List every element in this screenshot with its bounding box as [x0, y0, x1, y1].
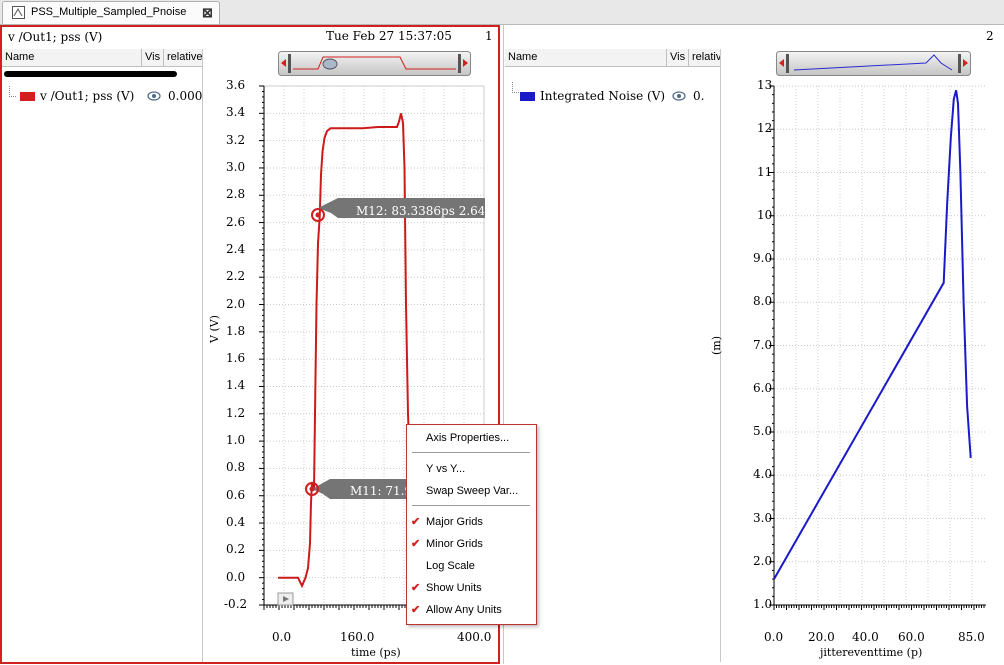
y-tick-1-3: 3.0	[226, 159, 246, 174]
column-name-header[interactable]: Name	[2, 49, 141, 66]
menu-item-allow-any-units[interactable]: ✔ Allow Any Units	[407, 600, 536, 620]
x-tick-2-2: 40.0	[852, 630, 879, 644]
y-tick-2-10: 3.0	[753, 510, 773, 525]
y-tick-2-3: 10	[757, 207, 773, 222]
menu-item-major-grids[interactable]: ✔ Major Grids	[407, 512, 536, 532]
y-tick-1-7: 2.2	[226, 269, 246, 284]
tab-pss-multiple-sampled-pnoise[interactable]: PSS_Multiple_Sampled_Pnoise ⊠	[2, 1, 220, 24]
waveform-document-icon	[12, 6, 25, 19]
x-axis-label-1: time (ps)	[351, 646, 401, 659]
x-tick-2-3: 60.0	[898, 630, 925, 644]
y-tick-1-5: 2.6	[226, 214, 246, 229]
zoom-scroller-1[interactable]	[278, 51, 471, 76]
y-axis-label-2: (m)	[710, 335, 723, 355]
y-tick-2-12: 1.0	[753, 597, 773, 611]
trace-name-2: Integrated Noise (V)	[540, 89, 666, 103]
y-tick-1-1: 3.4	[226, 105, 246, 120]
trace-relative-value-2: 0.	[693, 89, 705, 103]
x-tick-1-0: 0.0	[272, 630, 292, 644]
x-tick-2-1: 20.0	[808, 630, 835, 644]
y-tick-2-8: 5.0	[753, 424, 773, 438]
tree-connector-2	[512, 82, 519, 93]
tab-close-icon[interactable]: ⊠	[202, 5, 213, 21]
group-row-bar[interactable]	[4, 71, 177, 77]
check-icon: ✔	[411, 582, 421, 594]
x-tick-1-2: 400.0	[457, 630, 492, 644]
subwindow-1-timestamp: Tue Feb 27 15:37:05	[326, 29, 452, 43]
y-tick-1-13: 1.0	[226, 433, 246, 448]
y-tick-2-6: 7.0	[753, 337, 773, 352]
check-icon: ✔	[411, 538, 421, 550]
check-icon: ✔	[411, 604, 421, 616]
y-tick-1-16: 0.4	[226, 515, 246, 530]
y-tick-1-17: 0.2	[226, 542, 246, 557]
tree-connector	[9, 86, 16, 97]
y-tick-2-5: 8.0	[753, 294, 773, 309]
marker-m12-label: M12: 83.3386ps 2.6416	[356, 204, 484, 218]
y-tick-2-4: 9.0	[753, 251, 773, 265]
menu-item-axis-properties[interactable]: Axis Properties...	[407, 428, 536, 448]
trace-color-swatch-2	[520, 92, 535, 101]
y-tick-1-18: 0.0	[226, 569, 246, 584]
legend-header-1: Name Vis relative	[2, 49, 202, 67]
y-tick-2-7: 6.0	[753, 380, 773, 395]
x-tick-1-1: 160.0	[340, 630, 375, 644]
menu-separator	[412, 452, 530, 453]
legend-trace-row-1[interactable]: v /Out1; pss (V)	[20, 89, 134, 103]
marker-m11-label: M11: 71.9	[350, 484, 408, 498]
menu-item-swap-sweep-var[interactable]: Swap Sweep Var...	[407, 481, 536, 501]
y-axis-label-1: V (V)	[208, 315, 221, 343]
legend-trace-row-2[interactable]: Integrated Noise (V)	[520, 89, 665, 103]
y-tick-1-19: -0.2	[224, 597, 248, 611]
y-tick-1-10: 1.6	[226, 351, 246, 366]
check-icon: ✔	[411, 516, 421, 528]
tab-bar: PSS_Multiple_Sampled_Pnoise ⊠	[0, 0, 1004, 25]
column-vis-header[interactable]: Vis	[141, 49, 165, 66]
trace-color-swatch	[20, 92, 35, 101]
column-vis-header-2[interactable]: Vis	[666, 49, 690, 66]
subwindow-2-number: 2	[986, 29, 994, 43]
y-tick-1-12: 1.2	[226, 405, 246, 420]
y-tick-1-2: 3.2	[226, 132, 246, 147]
column-name-header-2[interactable]: Name	[505, 49, 666, 66]
y-tick-2-1: 12	[757, 121, 773, 136]
column-relative-header-2[interactable]: relativ	[688, 49, 720, 66]
y-tick-1-14: 0.8	[226, 460, 246, 475]
subwindow-1-number: 1	[485, 29, 493, 43]
menu-item-log-scale[interactable]: Log Scale	[407, 556, 536, 576]
trace-relative-value: 0.000	[168, 89, 202, 103]
legend-panel-2: Name Vis relativ Integrated Noise (V) 0.	[505, 49, 721, 662]
y-tick-1-6: 2.4	[226, 241, 246, 256]
menu-separator	[412, 505, 530, 506]
y-tick-1-9: 1.8	[226, 323, 246, 338]
y-tick-2-2: 11	[757, 164, 773, 179]
visibility-eye-icon-2[interactable]	[672, 91, 686, 101]
tab-label: PSS_Multiple_Sampled_Pnoise	[31, 6, 187, 18]
x-axis-label-2: jittereventtime (p)	[820, 646, 923, 659]
legend-panel-1: Name Vis relative v /Out1; pss (V) 0.000	[2, 49, 203, 662]
menu-item-minor-grids[interactable]: ✔ Minor Grids	[407, 534, 536, 554]
y-tick-1-15: 0.6	[226, 487, 246, 502]
y-tick-2-0: 13	[757, 78, 773, 92]
y-tick-1-11: 1.4	[226, 378, 246, 393]
column-relative-header[interactable]: relative	[163, 49, 202, 66]
x-tick-2-0: 0.0	[764, 630, 784, 644]
zoom-scroller-2[interactable]	[776, 51, 971, 76]
y-tick-1-0: 3.6	[226, 78, 246, 92]
legend-header-2: Name Vis relativ	[505, 49, 720, 67]
x-tick-2-4: 85.0	[958, 630, 985, 644]
y-tick-1-8: 2.0	[226, 296, 246, 311]
y-tick-2-11: 2.0	[753, 553, 773, 568]
visibility-eye-icon[interactable]	[147, 91, 161, 101]
subwindow-1-title: v /Out1; pss (V)	[8, 30, 103, 44]
y-tick-1-4: 2.8	[226, 187, 246, 202]
menu-item-show-units[interactable]: ✔ Show Units	[407, 578, 536, 598]
menu-item-y-vs-y[interactable]: Y vs Y...	[407, 459, 536, 479]
trace-name: v /Out1; pss (V)	[40, 89, 135, 103]
axis-context-menu: Axis Properties... Y vs Y... Swap Sweep …	[406, 424, 537, 625]
y-tick-2-9: 4.0	[753, 467, 773, 482]
